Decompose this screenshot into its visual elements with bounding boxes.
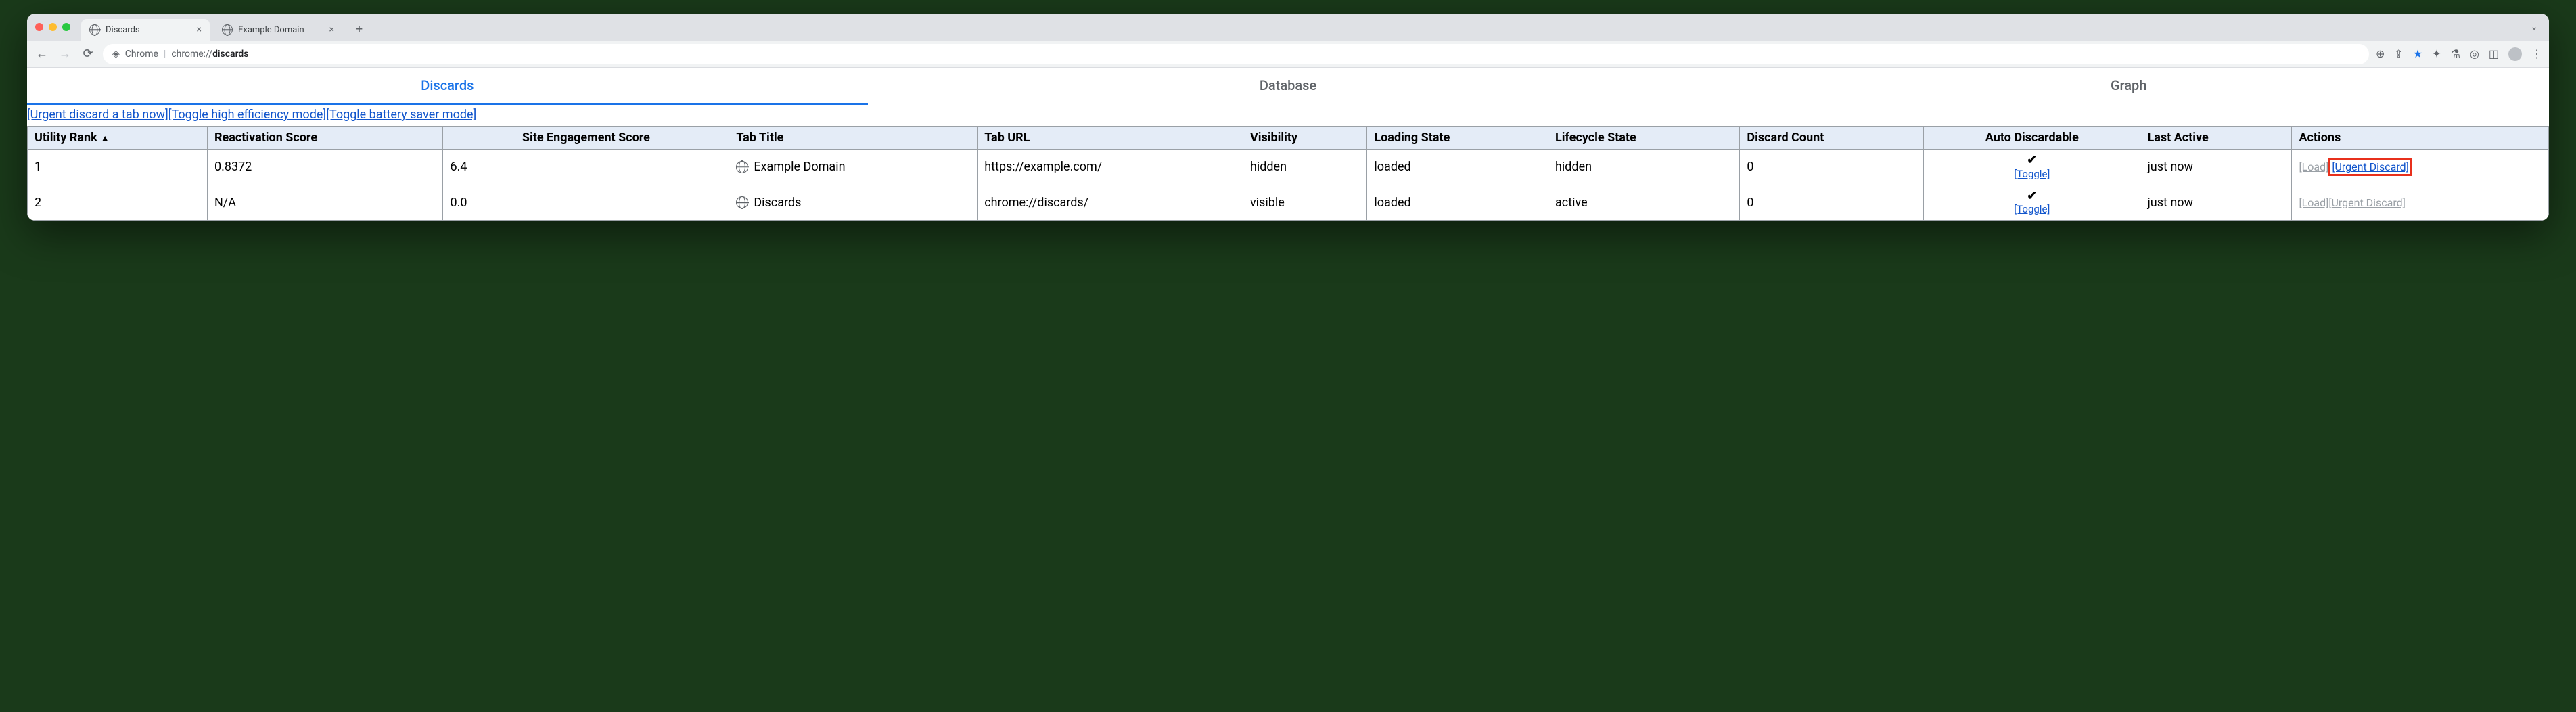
sidepanel-icon[interactable]: ◫	[2489, 47, 2499, 60]
load-link[interactable]: [Load]	[2299, 160, 2328, 173]
omnibox-url: chrome://discards	[171, 49, 248, 60]
urgent-discard-link[interactable]: [Urgent Discard]	[2328, 196, 2406, 209]
cell-discard-count: 0	[1740, 185, 1924, 221]
close-tab-icon[interactable]: ×	[197, 24, 202, 35]
browser-tab-discards[interactable]: Discards ×	[81, 19, 210, 41]
globe-icon	[736, 161, 748, 173]
cell-title: Discards	[729, 185, 978, 221]
toggle-high-efficiency-link[interactable]: [Toggle high efficiency mode]	[168, 108, 326, 122]
col-loading-state[interactable]: Loading State	[1367, 127, 1548, 150]
cell-auto-discardable: ✔ [Toggle]	[1924, 150, 2140, 185]
discards-table: Utility Rank ▲ Reactivation Score Site E…	[27, 126, 2549, 221]
back-button[interactable]: ←	[34, 47, 50, 61]
col-visibility[interactable]: Visibility	[1243, 127, 1366, 150]
cell-lifecycle: hidden	[1548, 150, 1740, 185]
tab-database[interactable]: Database	[868, 68, 1709, 105]
site-info-icon[interactable]: ◈	[112, 49, 120, 60]
address-bar[interactable]: ◈ Chrome | chrome://discards	[103, 44, 2369, 64]
extensions-icon[interactable]: ✦	[2432, 47, 2441, 60]
tab-discards[interactable]: Discards	[27, 68, 868, 105]
profile-avatar[interactable]	[2508, 47, 2522, 61]
browser-tab-example[interactable]: Example Domain ×	[214, 19, 342, 41]
cell-visibility: visible	[1243, 185, 1366, 221]
toggle-auto-discardable-link[interactable]: [Toggle]	[2014, 203, 2050, 215]
cell-title: Example Domain	[729, 150, 978, 185]
new-tab-button[interactable]: +	[350, 20, 368, 38]
browser-tab-title: Discards	[106, 25, 140, 35]
browser-toolbar: ← → ⟳ ◈ Chrome | chrome://discards ⊕ ⇪ ★…	[27, 41, 2549, 68]
cell-url: https://example.com/	[978, 150, 1243, 185]
bookmark-icon[interactable]: ★	[2413, 47, 2422, 60]
globe-icon	[89, 24, 100, 35]
close-window-button[interactable]	[35, 23, 43, 31]
col-utility-rank[interactable]: Utility Rank ▲	[28, 127, 208, 150]
table-row: 2 N/A 0.0 Discards chrome://discards/ vi…	[28, 185, 2549, 221]
globe-icon	[736, 196, 748, 208]
table-row: 1 0.8372 6.4 Example Domain https://exam…	[28, 150, 2549, 185]
table-header-row: Utility Rank ▲ Reactivation Score Site E…	[28, 127, 2549, 150]
cell-lifecycle: active	[1548, 185, 1740, 221]
cell-loading: loaded	[1367, 185, 1548, 221]
col-site-engagement[interactable]: Site Engagement Score	[443, 127, 729, 150]
cell-last-active: just now	[2140, 150, 2292, 185]
toolbar-actions: ⊕ ⇪ ★ ✦ ⚗ ◎ ◫ ⋮	[2376, 47, 2542, 61]
page-tabs: Discards Database Graph	[27, 68, 2549, 105]
check-icon: ✔	[1931, 190, 2133, 203]
col-last-active[interactable]: Last Active	[2140, 127, 2292, 150]
page-content: Discards Database Graph [Urgent discard …	[27, 68, 2549, 221]
cell-engagement: 6.4	[443, 150, 729, 185]
globe-icon	[222, 24, 233, 35]
omnibox-security-label: Chrome	[125, 49, 158, 60]
tab-search-button[interactable]: ⌄	[2527, 22, 2541, 32]
urgent-discard-now-link[interactable]: [Urgent discard a tab now]	[27, 108, 168, 122]
col-reactivation-score[interactable]: Reactivation Score	[207, 127, 443, 150]
window-titlebar: Discards × Example Domain × + ⌄	[27, 14, 2549, 41]
col-discard-count[interactable]: Discard Count	[1740, 127, 1924, 150]
reload-button[interactable]: ⟳	[80, 47, 96, 61]
tab-graph[interactable]: Graph	[1708, 68, 2549, 105]
cell-url: chrome://discards/	[978, 185, 1243, 221]
check-icon: ✔	[1931, 154, 2133, 167]
col-lifecycle-state[interactable]: Lifecycle State	[1548, 127, 1740, 150]
cell-reactivation: 0.8372	[207, 150, 443, 185]
col-actions[interactable]: Actions	[2292, 127, 2549, 150]
browser-window: Discards × Example Domain × + ⌄ ← → ⟳ ◈ …	[27, 14, 2549, 221]
cell-rank: 2	[28, 185, 208, 221]
menu-icon[interactable]: ⋮	[2531, 47, 2542, 60]
highlight-box: [Urgent Discard]	[2328, 158, 2412, 176]
close-tab-icon[interactable]: ×	[329, 24, 334, 35]
cell-actions: [Load] [Urgent Discard]	[2292, 150, 2549, 185]
maximize-window-button[interactable]	[62, 23, 70, 31]
cast-icon[interactable]: ◎	[2470, 47, 2479, 60]
share-icon[interactable]: ⇪	[2394, 47, 2403, 60]
window-controls	[35, 23, 70, 31]
toggle-battery-saver-link[interactable]: [Toggle battery saver mode]	[326, 108, 476, 122]
cell-last-active: just now	[2140, 185, 2292, 221]
cell-reactivation: N/A	[207, 185, 443, 221]
global-actions: [Urgent discard a tab now][Toggle high e…	[27, 105, 2549, 126]
cell-visibility: hidden	[1243, 150, 1366, 185]
cell-auto-discardable: ✔ [Toggle]	[1924, 185, 2140, 221]
browser-tab-title: Example Domain	[238, 25, 304, 35]
minimize-window-button[interactable]	[49, 23, 57, 31]
cell-loading: loaded	[1367, 150, 1548, 185]
col-auto-discardable[interactable]: Auto Discardable	[1924, 127, 2140, 150]
cell-rank: 1	[28, 150, 208, 185]
cell-actions: [Load][Urgent Discard]	[2292, 185, 2549, 221]
col-tab-url[interactable]: Tab URL	[978, 127, 1243, 150]
cell-engagement: 0.0	[443, 185, 729, 221]
urgent-discard-link[interactable]: [Urgent Discard]	[2332, 160, 2409, 173]
forward-button[interactable]: →	[57, 47, 73, 61]
sort-arrow-icon: ▲	[100, 133, 110, 144]
load-link[interactable]: [Load]	[2299, 196, 2328, 209]
cell-discard-count: 0	[1740, 150, 1924, 185]
col-tab-title[interactable]: Tab Title	[729, 127, 978, 150]
zoom-icon[interactable]: ⊕	[2376, 47, 2385, 60]
labs-icon[interactable]: ⚗	[2451, 47, 2460, 60]
toggle-auto-discardable-link[interactable]: [Toggle]	[2014, 168, 2050, 180]
